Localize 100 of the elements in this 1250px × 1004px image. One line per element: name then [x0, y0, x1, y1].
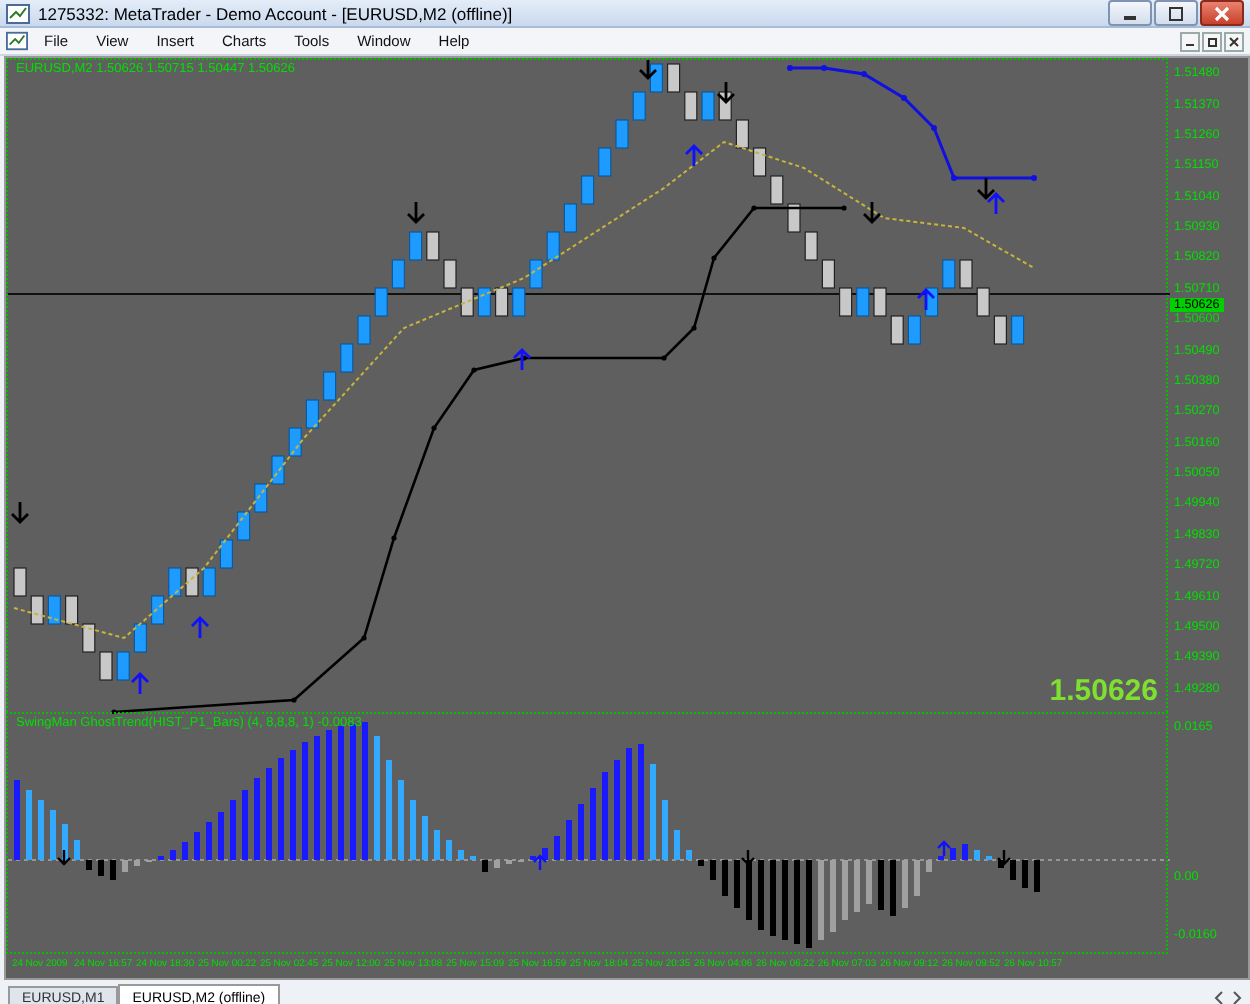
histogram-bar [794, 860, 800, 944]
down-arrow-icon [740, 848, 756, 866]
down-brick [821, 259, 835, 289]
down-arrow-icon [638, 60, 658, 80]
up-brick [907, 315, 921, 345]
histogram-bar [542, 848, 548, 860]
up-brick [374, 287, 388, 317]
histogram-bar [698, 860, 704, 866]
price-readout: 1.50626 [1049, 674, 1158, 708]
up-brick [254, 483, 268, 513]
down-arrow-icon [976, 176, 996, 200]
up-brick [323, 371, 337, 401]
down-brick [460, 287, 474, 317]
up-brick [1011, 315, 1025, 345]
scroll-arrows-icon[interactable] [1214, 989, 1242, 1004]
up-arrow-icon [130, 672, 150, 696]
down-arrow-icon [406, 200, 426, 224]
histogram-bar [650, 764, 656, 860]
minimize-button[interactable] [1180, 31, 1200, 51]
histogram-bar [662, 800, 668, 860]
minimize-button[interactable] [1108, 0, 1152, 26]
up-brick [340, 343, 354, 373]
up-arrow-icon [512, 348, 532, 372]
histogram-bar [1022, 860, 1028, 888]
histogram-bar [86, 860, 92, 870]
histogram-bar [74, 840, 80, 860]
down-brick [976, 287, 990, 317]
up-brick [116, 651, 130, 681]
histogram-bar [458, 850, 464, 860]
close-icon [1228, 35, 1240, 47]
histogram-bar [194, 832, 200, 860]
up-arrow-icon [936, 840, 952, 858]
histogram-bar [38, 800, 44, 860]
histogram-bar [710, 860, 716, 880]
histogram-bar [326, 730, 332, 860]
histogram-bar [602, 772, 608, 860]
histogram-bar [218, 812, 224, 860]
down-brick [993, 315, 1007, 345]
histogram-bar [782, 860, 788, 940]
histogram-bar [686, 850, 692, 860]
down-brick [735, 119, 749, 149]
down-brick [185, 567, 199, 597]
up-arrow-icon [986, 192, 1006, 216]
histogram-bar [554, 836, 560, 860]
down-arrow-icon [996, 848, 1012, 866]
down-arrow-icon [716, 80, 736, 104]
up-brick [701, 91, 715, 121]
histogram-bar [362, 722, 368, 860]
up-brick [615, 119, 629, 149]
histogram-bar [1010, 860, 1016, 880]
up-brick [409, 231, 423, 261]
down-brick [443, 259, 457, 289]
histogram-bar [758, 860, 764, 930]
window-title: 1275332: MetaTrader - Demo Account - [EURUSD,M2 (offline)] [38, 3, 513, 23]
histogram-bar [770, 860, 776, 936]
close-button[interactable] [1200, 0, 1244, 26]
down-arrow-icon [862, 200, 882, 224]
histogram-bar [98, 860, 104, 876]
histogram-bar [110, 860, 116, 880]
down-brick [82, 623, 96, 653]
histogram-bar [338, 726, 344, 860]
maximize-button[interactable] [1154, 0, 1198, 26]
histogram-bar [482, 860, 488, 872]
histogram-bar [266, 768, 272, 860]
histogram-bar [278, 758, 284, 860]
down-brick [873, 287, 887, 317]
down-brick [753, 147, 767, 177]
down-brick [684, 91, 698, 121]
histogram-bar [206, 822, 212, 860]
down-arrow-icon [56, 848, 72, 866]
up-brick [512, 287, 526, 317]
up-brick [305, 399, 319, 429]
histogram-bar [1034, 860, 1040, 892]
up-brick [546, 231, 560, 261]
histogram-bar [254, 778, 260, 860]
up-brick [47, 595, 61, 625]
histogram-bar [566, 820, 572, 860]
histogram-bar [806, 860, 812, 948]
up-brick [357, 315, 371, 345]
restore-button[interactable] [1202, 31, 1222, 51]
histogram-bar [410, 800, 416, 860]
down-arrow-icon [10, 500, 30, 524]
histogram-bar [302, 742, 308, 860]
histogram-bar [446, 840, 452, 860]
histogram-bar [734, 860, 740, 908]
down-brick [426, 231, 440, 261]
up-brick [219, 539, 233, 569]
histogram-bar [314, 736, 320, 860]
maximize-icon [1168, 5, 1184, 21]
down-brick [99, 651, 113, 681]
up-brick [649, 63, 663, 93]
histogram-bar [950, 848, 956, 860]
down-brick [13, 567, 27, 597]
close-button[interactable] [1224, 31, 1244, 51]
down-brick [667, 63, 681, 93]
up-brick [632, 91, 646, 121]
up-brick [202, 567, 216, 597]
down-brick [65, 595, 79, 625]
up-brick [581, 175, 595, 205]
up-arrow-icon [916, 288, 936, 312]
